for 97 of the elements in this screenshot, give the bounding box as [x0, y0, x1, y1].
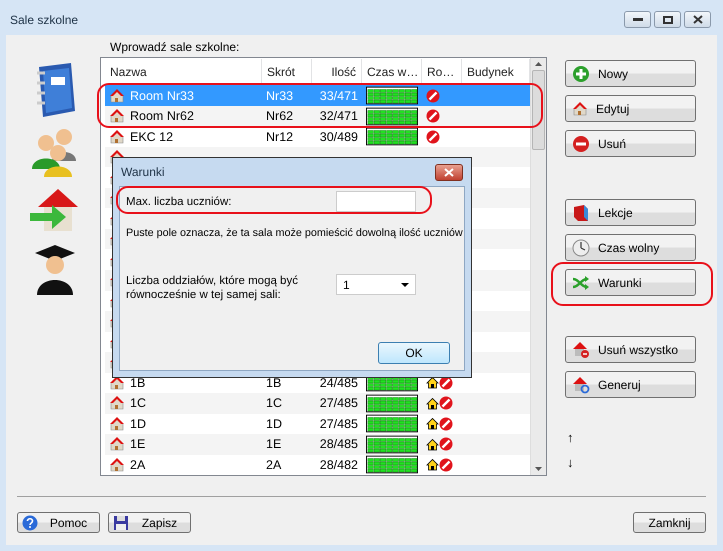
house-icon	[572, 100, 588, 116]
help-icon	[22, 514, 38, 530]
table-cell: 27/485	[320, 416, 358, 431]
close-button[interactable]	[435, 164, 463, 180]
table-cell: 32/471	[320, 109, 358, 124]
table-cell: 1D	[130, 416, 146, 431]
table-row[interactable]: 1E 1E 28/485	[105, 434, 530, 455]
table-cell: 28/482	[320, 458, 358, 472]
prohibited-icon	[439, 416, 453, 431]
home-icon	[426, 376, 439, 390]
dropdown-arrow-icon	[401, 282, 409, 286]
minimize-icon	[632, 18, 642, 21]
prohibited-icon	[426, 88, 440, 103]
table-row[interactable]: Room Nr62 Nr62 32/471	[105, 106, 530, 126]
footer-button[interactable]: Zapisz	[108, 512, 191, 533]
table-cell: 1D	[266, 416, 282, 431]
prohibited-icon	[426, 130, 440, 144]
max-students-field[interactable]	[336, 191, 416, 212]
prohibited-icon	[439, 396, 453, 410]
time-grid-icon	[366, 434, 418, 454]
prohibited-icon	[439, 437, 453, 452]
table-cell: 2A	[266, 458, 282, 472]
minimize-button[interactable]	[624, 11, 651, 28]
table-cell: Nr12	[266, 130, 294, 144]
hint-text: Puste pole oznacza, że ta sala może pomieścić dowolną ilość uczniów	[126, 226, 463, 240]
table-cell: 1B	[130, 376, 146, 390]
field-label: Liczba oddziałów, które mogą być równocześnie w tej samej sali:	[126, 274, 299, 302]
groups-dropdown[interactable]: 1	[336, 274, 416, 295]
table-cell: 1B	[266, 376, 282, 390]
table-cell: Room Nr33	[130, 88, 194, 103]
dialog-title: Warunki	[121, 165, 165, 179]
table-row[interactable]: 1C 1C 27/485	[105, 393, 530, 414]
house-icon	[109, 395, 125, 412]
home-icon	[426, 417, 439, 430]
time-grid-icon	[366, 414, 418, 434]
maximize-icon	[662, 16, 672, 24]
time-grid-icon	[366, 394, 418, 413]
table-cell: 2A	[130, 458, 146, 472]
table-row[interactable]: 1D 1D 27/485	[105, 414, 530, 434]
table-cell: 1E	[130, 437, 146, 452]
table-cell: 1C	[130, 396, 146, 410]
maximize-button[interactable]	[654, 11, 681, 28]
close-icon	[444, 168, 454, 176]
house-minus-icon	[572, 340, 590, 358]
close-button[interactable]	[684, 11, 711, 28]
house-icon	[109, 416, 125, 432]
table-cell: 24/485	[320, 376, 358, 390]
move-down-button[interactable]: ↓	[567, 455, 577, 470]
action-button[interactable]: Czas wolny	[565, 234, 696, 261]
home-icon	[426, 438, 439, 451]
book-icon	[572, 204, 590, 222]
scrollbar[interactable]	[530, 58, 546, 475]
plus-icon	[572, 64, 590, 82]
table-cell: Room Nr62	[130, 109, 194, 124]
table-cell: 1C	[266, 396, 282, 410]
table-cell: 30/489	[320, 130, 358, 144]
scroll-up-icon	[535, 62, 542, 66]
house-icon	[109, 88, 125, 104]
action-button[interactable]: Generuj	[565, 371, 696, 398]
house-icon	[109, 456, 125, 473]
action-button[interactable]: Usuń	[565, 130, 696, 157]
house-icon	[109, 128, 125, 145]
table-row[interactable]: 2A 2A 28/482	[105, 454, 530, 475]
ok-button[interactable]: OK	[378, 342, 450, 364]
scrollbar-thumb[interactable]	[532, 70, 545, 150]
action-button[interactable]: Edytuj	[565, 95, 696, 122]
prohibited-icon	[439, 458, 453, 472]
table-cell: 33/471	[320, 88, 358, 103]
table-cell: 28/485	[320, 437, 358, 452]
action-button[interactable]: Nowy	[565, 60, 696, 87]
move-up-button[interactable]: ↑	[567, 430, 577, 445]
table-cell: 1E	[266, 437, 282, 452]
close-icon	[692, 15, 702, 24]
footer-button[interactable]: Pomoc	[17, 512, 100, 533]
action-button[interactable]: Warunki	[565, 269, 696, 296]
table-cell: Nr62	[266, 109, 294, 124]
table-cell: Nr33	[266, 88, 294, 103]
close-button[interactable]: Zamknij	[633, 512, 706, 533]
scroll-down-icon	[535, 467, 542, 471]
house-refresh-icon	[572, 376, 590, 394]
field-label: Max. liczba uczniów:	[126, 194, 232, 208]
prohibited-icon	[426, 109, 440, 124]
house-icon	[109, 436, 125, 452]
action-button[interactable]: Lekcje	[565, 199, 696, 226]
action-button[interactable]: Usuń wszystko	[565, 336, 696, 363]
table-cell: EKC 12	[130, 130, 174, 144]
clock-icon	[572, 238, 590, 256]
time-grid-icon	[366, 86, 418, 106]
time-grid-icon	[366, 106, 418, 126]
home-icon	[426, 458, 439, 472]
window-title: Sale szkolne	[10, 12, 78, 26]
home-icon	[426, 396, 439, 410]
minus-icon	[572, 134, 590, 152]
list-label: Wprowadź sale szkolne:	[110, 40, 240, 56]
table-cell: 27/485	[320, 396, 358, 410]
house-icon	[109, 108, 125, 124]
shuffle-icon	[572, 274, 590, 292]
